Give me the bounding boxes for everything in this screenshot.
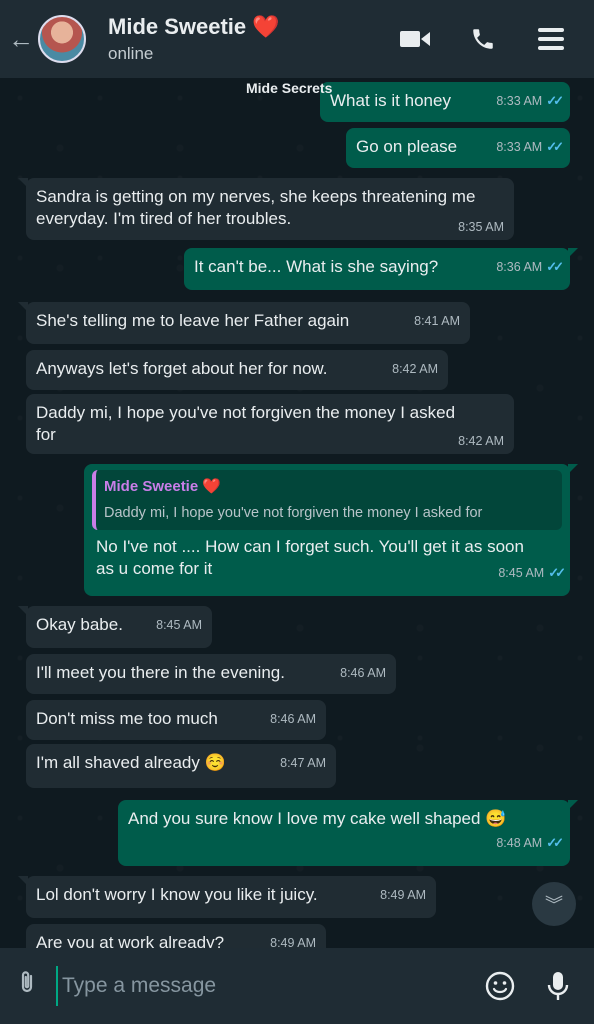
outgoing-message[interactable]: Go on please 8:33 AM ✓✓: [346, 128, 570, 168]
message-time: 8:45 AM: [498, 566, 545, 580]
incoming-message[interactable]: Okay babe. 8:45 AM: [18, 606, 212, 648]
message-text: Don't miss me too much: [36, 709, 218, 728]
chat-area[interactable]: Mide Secrets What is it honey 8:33 AM ✓✓ …: [0, 78, 594, 948]
arrow-left-icon[interactable]: ←: [8, 24, 38, 55]
read-ticks-icon: ✓✓: [546, 835, 564, 850]
outgoing-message[interactable]: And you sure know I love my cake well sh…: [118, 800, 578, 866]
incoming-message[interactable]: Don't miss me too much 8:46 AM: [26, 700, 326, 740]
message-time: 8:33 AM: [496, 140, 543, 154]
read-ticks-icon: ✓✓: [546, 93, 564, 108]
read-ticks-icon: ✓✓: [548, 565, 566, 580]
message-time: 8:41 AM: [414, 314, 460, 328]
message-time: 8:42 AM: [458, 434, 504, 448]
contact-name-text: Mide Sweetie: [108, 14, 247, 39]
incoming-message[interactable]: Daddy mi, I hope you've not forgiven the…: [26, 394, 514, 454]
mic-icon[interactable]: [538, 966, 578, 1006]
incoming-message[interactable]: Lol don't worry I know you like it juicy…: [18, 876, 436, 918]
message-text: Lol don't worry I know you like it juicy…: [36, 885, 318, 904]
message-text: Are you at work already?: [36, 933, 225, 948]
voice-call-icon[interactable]: [468, 24, 498, 54]
quoted-message[interactable]: Mide Sweetie ❤️ Daddy mi, I hope you've …: [92, 470, 562, 530]
emoji-icon[interactable]: [480, 966, 520, 1006]
message-time: 8:47 AM: [280, 756, 326, 770]
read-ticks-icon: ✓✓: [546, 139, 564, 154]
message-text: Okay babe.: [36, 615, 123, 634]
message-time: 8:46 AM: [340, 666, 386, 680]
avatar[interactable]: [38, 15, 86, 63]
video-call-icon[interactable]: [400, 24, 430, 54]
message-input[interactable]: [56, 966, 462, 1006]
outgoing-reply-message[interactable]: Mide Sweetie ❤️ Daddy mi, I hope you've …: [84, 464, 578, 596]
message-text: It can't be... What is she saying?: [194, 257, 439, 276]
message-time: 8:33 AM: [496, 94, 543, 108]
outgoing-message[interactable]: It can't be... What is she saying? 8:36 …: [184, 248, 578, 290]
message-time: 8:36 AM: [496, 260, 543, 274]
contact-info[interactable]: Mide Sweetie ❤️ online: [108, 14, 400, 64]
chat-label: Mide Secrets: [246, 80, 333, 96]
quoted-text: Daddy mi, I hope you've not forgiven the…: [104, 505, 483, 521]
message-time: 8:46 AM: [270, 712, 316, 726]
message-text: And you sure know I love my cake well sh…: [128, 809, 507, 828]
incoming-message[interactable]: Are you at work already? 8:49 AM: [26, 924, 326, 948]
read-ticks-icon: ✓✓: [546, 259, 564, 274]
heart-icon: ❤️: [252, 14, 280, 39]
incoming-message[interactable]: She's telling me to leave her Father aga…: [18, 302, 470, 344]
incoming-message[interactable]: I'll meet you there in the evening. 8:46…: [26, 654, 396, 694]
message-time: 8:45 AM: [156, 618, 202, 632]
message-text: Go on please: [356, 137, 458, 156]
incoming-message[interactable]: Anyways let's forget about her for now. …: [26, 350, 448, 390]
incoming-message[interactable]: I'm all shaved already ☺️ 8:47 AM: [26, 744, 336, 788]
message-input-bar: [0, 948, 594, 1024]
message-text: She's telling me to leave her Father aga…: [36, 311, 350, 330]
message-time: 8:35 AM: [458, 220, 504, 234]
attach-icon[interactable]: [16, 970, 46, 1002]
message-time: 8:42 AM: [392, 362, 438, 376]
message-time: 8:49 AM: [270, 936, 316, 948]
chevron-double-down-icon: ︾: [545, 895, 563, 915]
message-text: I'll meet you there in the evening.: [36, 663, 285, 682]
message-time: 8:49 AM: [380, 888, 426, 902]
message-text: Anyways let's forget about her for now.: [36, 359, 328, 378]
outgoing-message[interactable]: What is it honey 8:33 AM ✓✓: [320, 82, 570, 122]
contact-status: online: [108, 44, 154, 63]
contact-name: Mide Sweetie ❤️: [108, 14, 400, 40]
message-time: 8:48 AM: [496, 836, 543, 850]
scroll-down-button[interactable]: ︾: [532, 882, 576, 926]
menu-icon[interactable]: [536, 24, 566, 54]
message-text: I'm all shaved already ☺️: [36, 753, 226, 772]
chat-header: ← Mide Sweetie ❤️ online: [0, 0, 594, 78]
message-text: What is it honey: [330, 91, 451, 110]
quoted-sender: Mide Sweetie ❤️: [104, 478, 222, 495]
incoming-message[interactable]: Sandra is getting on my nerves, she keep…: [18, 178, 514, 240]
